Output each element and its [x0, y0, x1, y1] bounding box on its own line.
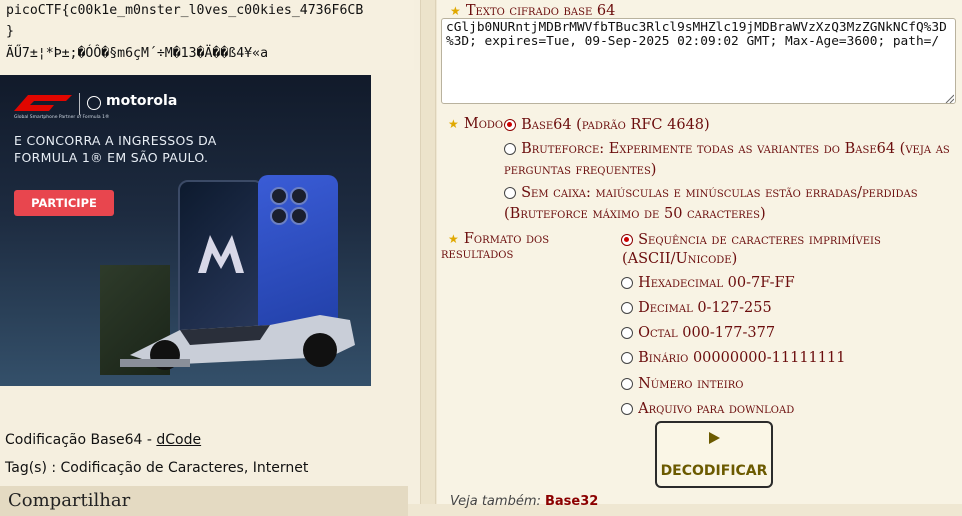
format-label-text: Formato dos	[463, 231, 550, 247]
tool-title-line: Codificação Base64 - dCode	[5, 432, 201, 448]
star-icon: ★	[450, 4, 461, 18]
decode-button[interactable]: DECODIFICAR	[655, 421, 773, 488]
dcode-link[interactable]: dCode	[156, 432, 201, 448]
camera-lens	[290, 187, 308, 205]
radio-icon[interactable]	[504, 186, 516, 199]
cipher-text-input[interactable]	[441, 18, 956, 104]
radio-icon[interactable]	[621, 326, 633, 339]
resize-grip-icon[interactable]	[944, 93, 954, 103]
radio-icon[interactable]	[621, 402, 633, 415]
radio-icon[interactable]	[504, 142, 516, 155]
format-option-label: Decimal 0-127-255	[638, 300, 772, 316]
radio-icon[interactable]	[621, 276, 633, 289]
play-arrow-icon	[709, 432, 720, 444]
camera-lens	[290, 207, 308, 225]
radio-selected-icon[interactable]	[504, 118, 516, 131]
mode-option-caseless[interactable]: Sem caixa: maiúsculas e minúsculas estão…	[504, 182, 918, 201]
star-icon: ★	[448, 232, 459, 246]
share-label[interactable]: Compartilhar	[8, 490, 130, 511]
mode-option-label-cont: (Bruteforce máximo de 50 caracteres)	[504, 206, 766, 222]
format-option-download[interactable]: Arquivo para download	[621, 398, 794, 417]
result-text-line: picoCTF{c00k1e_m0nster_l0ves_c00kies_473…	[6, 3, 364, 18]
format-option-decimal[interactable]: Decimal 0-127-255	[621, 297, 772, 316]
format-option-hex[interactable]: Hexadecimal 00-7F-FF	[621, 272, 795, 291]
see-also-prefix: Veja também:	[450, 494, 545, 509]
format-label-text: resultados	[441, 246, 514, 262]
ad-participate-button[interactable]: PARTICIPE	[14, 190, 114, 216]
motorola-m-icon	[198, 235, 244, 273]
advertisement-banner[interactable]: motorola Global Smartphone Partner of Fo…	[0, 75, 371, 386]
motorola-logo-icon	[87, 96, 101, 110]
see-also-line: Veja também: Base32	[450, 494, 598, 509]
mode-option-bruteforce[interactable]: Bruteforce: Experimente todas as variant…	[504, 138, 950, 157]
column-divider	[420, 0, 436, 504]
tool-title: Codificação Base64 -	[5, 432, 157, 448]
radio-icon[interactable]	[621, 351, 633, 364]
race-car-image	[120, 315, 355, 370]
format-option-label: Arquivo para download	[638, 401, 795, 417]
format-option-octal[interactable]: Octal 000-177-377	[621, 322, 775, 341]
cipher-label-text: Texto cifrado base 64	[465, 3, 616, 19]
cipher-label: ★ Texto cifrado base 64	[450, 0, 615, 19]
tags-line: Tag(s) : Codificação de Caracteres, Inte…	[5, 460, 309, 476]
star-icon: ★	[448, 117, 459, 131]
camera-lens	[270, 187, 288, 205]
format-option-label: Número inteiro	[638, 376, 744, 392]
mode-option-label: Bruteforce: Experimente todas as variant…	[521, 141, 950, 157]
ad-headline: E CONCORRA A INGRESSOS DA	[14, 133, 217, 148]
radio-icon[interactable]	[621, 377, 633, 390]
mode-option-label: Sem caixa: maiúsculas e minúsculas estão…	[521, 185, 918, 201]
format-label: ★ Formato dos	[448, 228, 549, 247]
ad-subtitle: Global Smartphone Partner of Formula 1®	[14, 115, 110, 120]
decode-button-label: DECODIFICAR	[660, 463, 768, 479]
mode-option-label: Base64 (padrão RFC 4648)	[521, 117, 710, 133]
result-text-line: }	[6, 24, 14, 39]
result-text-line: ÃŰ7±¦*Þ±;�ÓÔ�§m6çM´÷M�13�Ä��ß4¥«a	[6, 46, 269, 61]
mode-label-text: Modo	[463, 116, 504, 132]
ad-brand: motorola	[106, 93, 178, 109]
format-option-label: Binário 00000000-11111111	[638, 350, 846, 366]
mode-option-base64[interactable]: Base64 (padrão RFC 4648)	[504, 114, 710, 133]
mode-label: ★ Modo	[448, 113, 503, 132]
base32-link[interactable]: Base32	[545, 494, 598, 509]
format-option-label: Octal 000-177-377	[638, 325, 776, 341]
ad-headline: FORMULA 1® EM SÃO PAULO.	[14, 150, 209, 165]
format-option-binary[interactable]: Binário 00000000-11111111	[621, 347, 845, 366]
format-option-label: Hexadecimal 00-7F-FF	[638, 275, 795, 291]
decoded-result-box: picoCTF{c00k1e_m0nster_l0ves_c00kies_473…	[0, 0, 414, 70]
format-option-integer[interactable]: Número inteiro	[621, 373, 743, 392]
camera-lens	[270, 207, 288, 225]
f1-logo-icon	[14, 95, 72, 111]
radio-icon[interactable]	[621, 301, 633, 314]
radio-selected-icon[interactable]	[621, 233, 633, 246]
format-option-printable[interactable]: Sequência de caracteres imprimíveis	[621, 229, 881, 248]
ad-divider	[79, 93, 80, 115]
format-option-label-cont: (ASCII/Unicode)	[622, 251, 738, 267]
mode-option-label-cont: perguntas frequentes)	[504, 162, 657, 178]
format-option-label: Sequência de caracteres imprimíveis	[638, 232, 881, 248]
